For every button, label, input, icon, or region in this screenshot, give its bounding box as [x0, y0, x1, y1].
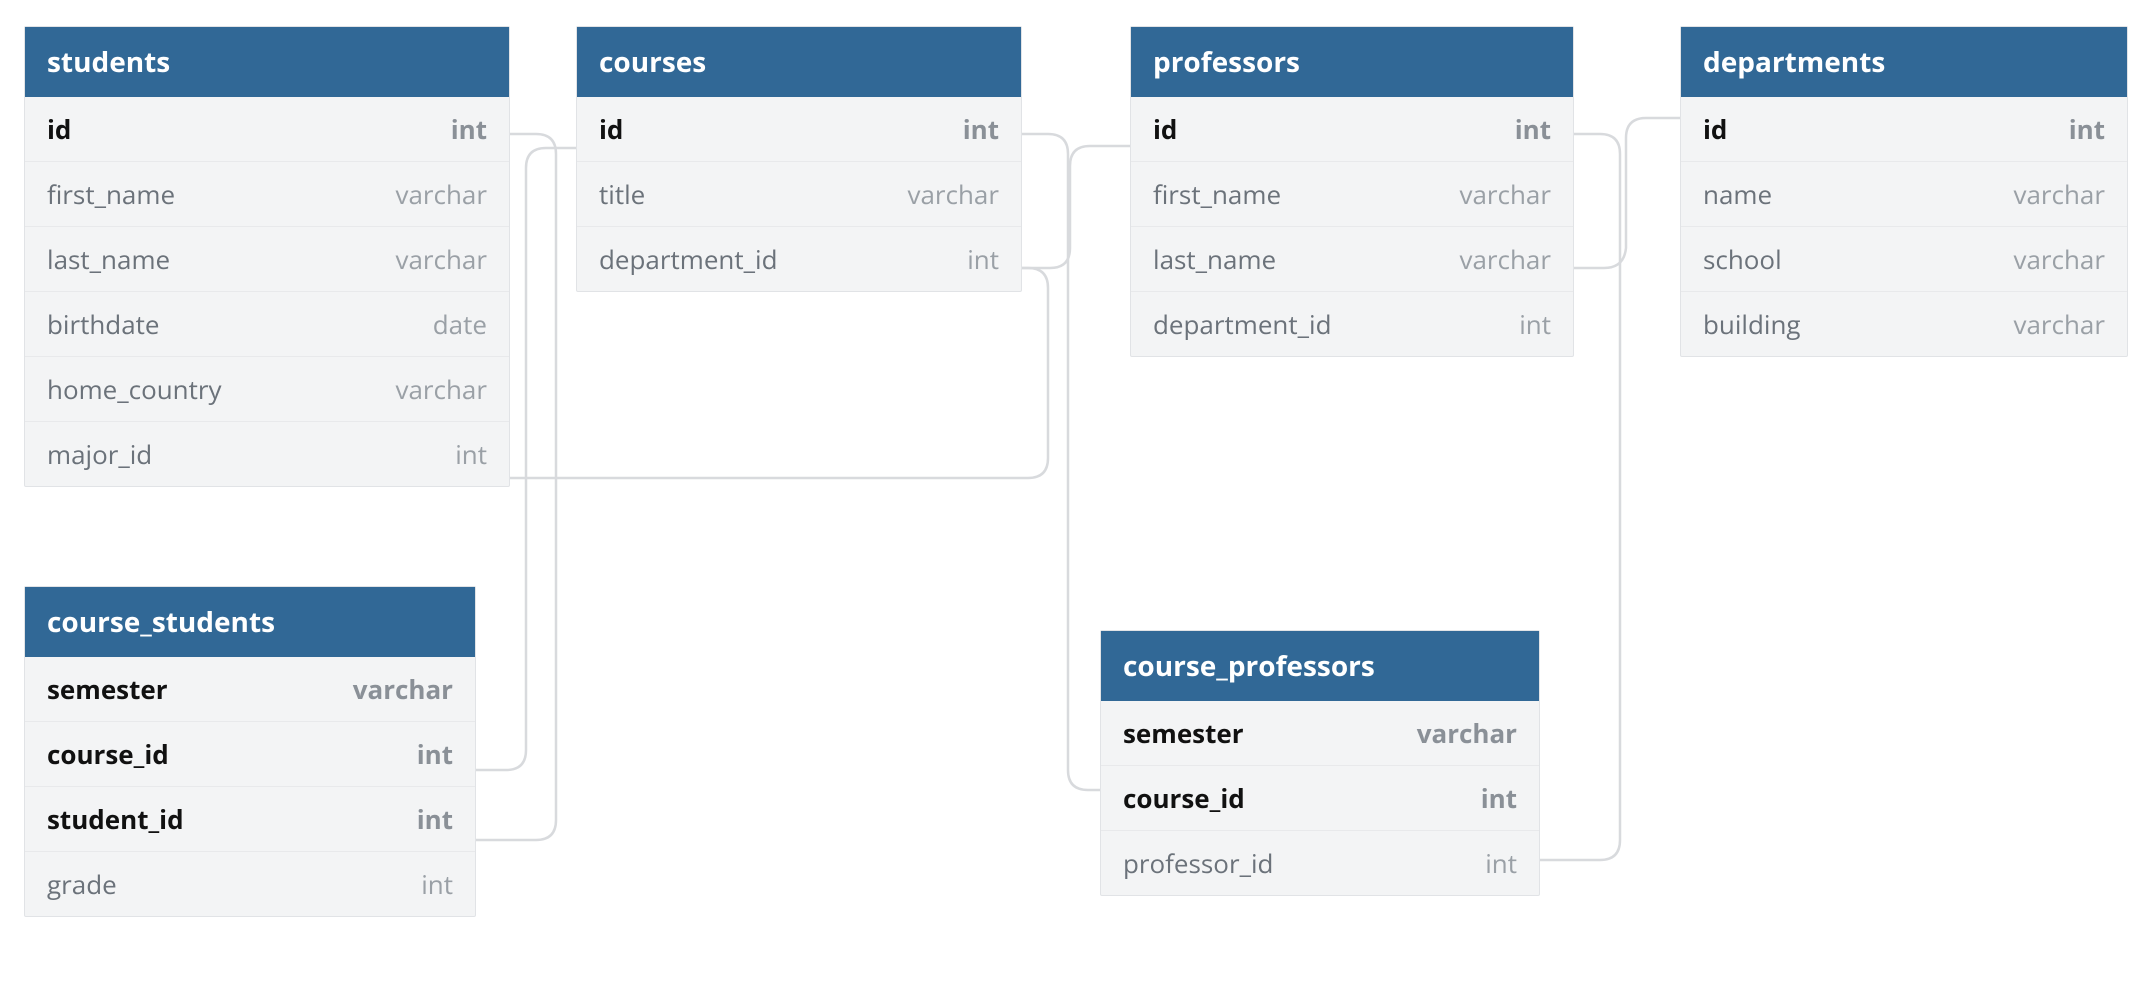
column-name: professor_id — [1123, 845, 1273, 881]
column-type: varchar — [2013, 176, 2105, 212]
table-departments[interactable]: departments id int name varchar school varchar… — [1680, 26, 2128, 357]
column-name: school — [1703, 241, 1782, 277]
column-type: varchar — [395, 241, 487, 277]
column-type: varchar — [1417, 715, 1517, 751]
column-row[interactable]: course_id int — [1101, 766, 1539, 831]
column-name: first_name — [1153, 176, 1281, 212]
column-row[interactable]: id int — [577, 97, 1021, 162]
column-row[interactable]: title varchar — [577, 162, 1021, 227]
table-header[interactable]: students — [25, 27, 509, 97]
table-courses[interactable]: courses id int title varchar department_id int — [576, 26, 1022, 292]
column-row[interactable]: name varchar — [1681, 162, 2127, 227]
table-header[interactable]: professors — [1131, 27, 1573, 97]
column-type: varchar — [2013, 241, 2105, 277]
column-type: date — [433, 306, 487, 342]
column-type: varchar — [395, 176, 487, 212]
column-name: first_name — [47, 176, 175, 212]
column-name: id — [1153, 111, 1177, 147]
column-row[interactable]: grade int — [25, 852, 475, 916]
table-header[interactable]: course_students — [25, 587, 475, 657]
table-header[interactable]: departments — [1681, 27, 2127, 97]
column-name: title — [599, 176, 645, 212]
column-name: birthdate — [47, 306, 160, 342]
column-row[interactable]: birthdate date — [25, 292, 509, 357]
column-row[interactable]: department_id int — [577, 227, 1021, 291]
column-name: building — [1703, 306, 1801, 342]
column-row[interactable]: first_name varchar — [1131, 162, 1573, 227]
column-row[interactable]: id int — [25, 97, 509, 162]
column-type: varchar — [2013, 306, 2105, 342]
column-name: id — [1703, 111, 1727, 147]
column-row[interactable]: id int — [1681, 97, 2127, 162]
column-type: varchar — [1459, 241, 1551, 277]
column-type: varchar — [907, 176, 999, 212]
column-name: semester — [47, 671, 168, 707]
table-header[interactable]: courses — [577, 27, 1021, 97]
column-row[interactable]: home_country varchar — [25, 357, 509, 422]
column-name: course_id — [1123, 780, 1245, 816]
column-type: int — [1481, 780, 1517, 816]
column-row[interactable]: building varchar — [1681, 292, 2127, 356]
column-type: int — [2069, 111, 2105, 147]
column-row[interactable]: semester varchar — [1101, 701, 1539, 766]
column-name: last_name — [47, 241, 170, 277]
column-row[interactable]: last_name varchar — [1131, 227, 1573, 292]
column-name: course_id — [47, 736, 169, 772]
column-name: student_id — [47, 801, 184, 837]
column-row[interactable]: first_name varchar — [25, 162, 509, 227]
column-row[interactable]: major_id int — [25, 422, 509, 486]
column-name: semester — [1123, 715, 1244, 751]
table-course_professors[interactable]: course_professors semester varchar course_i… — [1100, 630, 1540, 896]
column-type: int — [967, 241, 999, 277]
column-name: name — [1703, 176, 1772, 212]
column-name: last_name — [1153, 241, 1276, 277]
column-row[interactable]: student_id int — [25, 787, 475, 852]
column-type: int — [451, 111, 487, 147]
column-type: varchar — [1459, 176, 1551, 212]
column-row[interactable]: semester varchar — [25, 657, 475, 722]
column-row[interactable]: id int — [1131, 97, 1573, 162]
column-type: int — [417, 736, 453, 772]
column-name: major_id — [47, 436, 152, 472]
table-header[interactable]: course_professors — [1101, 631, 1539, 701]
table-professors[interactable]: professorsidintfirst_namevarcharlast_nam… — [1130, 26, 1574, 357]
column-name: department_id — [599, 241, 778, 277]
column-name: id — [599, 111, 623, 147]
column-type: int — [1519, 306, 1551, 342]
column-name: home_country — [47, 371, 222, 407]
column-row[interactable]: course_id int — [25, 722, 475, 787]
column-name: id — [47, 111, 71, 147]
column-type: int — [1485, 845, 1517, 881]
column-type: int — [421, 866, 453, 902]
column-row[interactable]: professor_id int — [1101, 831, 1539, 895]
column-type: int — [963, 111, 999, 147]
column-row[interactable]: school varchar — [1681, 227, 2127, 292]
column-row[interactable]: last_name varchar — [25, 227, 509, 292]
column-type: int — [1515, 111, 1551, 147]
column-name: department_id — [1153, 306, 1332, 342]
column-name: grade — [47, 866, 117, 902]
column-type: varchar — [353, 671, 453, 707]
column-type: varchar — [395, 371, 487, 407]
table-students[interactable]: studentsidintfirst_namevarcharlast_namev… — [24, 26, 510, 487]
table-course_students[interactable]: course_studentssemestervarcharcourse_idi… — [24, 586, 476, 917]
column-type: int — [455, 436, 487, 472]
column-row[interactable]: department_id int — [1131, 292, 1573, 356]
column-type: int — [417, 801, 453, 837]
